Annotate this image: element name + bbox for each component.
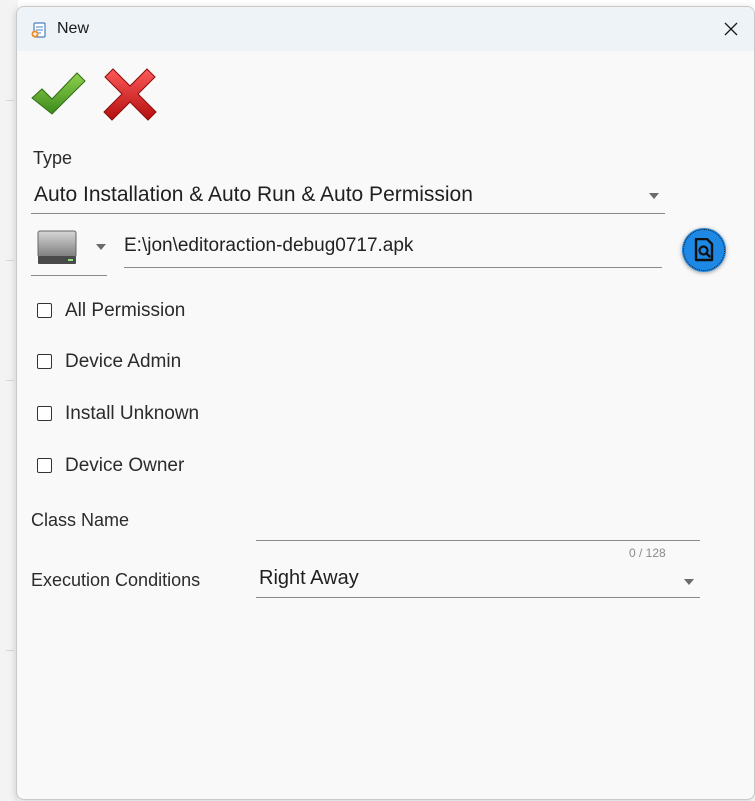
hard-drive-icon xyxy=(37,230,77,264)
window-title: New xyxy=(57,20,90,37)
checkbox-icon xyxy=(37,458,52,473)
execution-conditions-dropdown[interactable]: Right Away xyxy=(256,561,700,598)
checkbox-icon xyxy=(37,354,52,369)
chevron-down-icon xyxy=(684,579,694,585)
browse-file-button[interactable] xyxy=(682,228,726,272)
type-dropdown-value: Auto Installation & Auto Run & Auto Perm… xyxy=(34,183,473,206)
execution-conditions-value: Right Away xyxy=(259,567,359,589)
confirm-button[interactable] xyxy=(29,65,87,123)
character-counter: 0 / 128 xyxy=(629,546,666,560)
class-name-label: Class Name xyxy=(31,510,130,530)
new-dialog: New Type Auto Installation & Auto Run & … xyxy=(16,6,755,800)
background-fragment xyxy=(6,380,14,381)
chevron-down-icon xyxy=(96,244,106,250)
checkbox-icon xyxy=(37,303,52,318)
green-check-icon xyxy=(31,72,86,115)
new-document-icon xyxy=(31,22,46,38)
file-search-icon xyxy=(694,238,714,262)
execution-conditions-label: Execution Conditions xyxy=(31,570,201,590)
title-bar: New xyxy=(17,7,754,51)
class-name-input[interactable] xyxy=(256,507,700,541)
drive-dropdown[interactable] xyxy=(31,223,107,276)
red-x-icon xyxy=(103,68,157,121)
checkbox-label: Device Owner xyxy=(65,455,185,476)
type-label: Type xyxy=(33,148,73,168)
background-fragment xyxy=(6,260,14,261)
close-button[interactable] xyxy=(708,7,754,51)
apk-path-input[interactable]: E:\jon\editoraction-debug0717.apk xyxy=(124,231,662,268)
chevron-down-icon xyxy=(649,193,659,199)
checkbox-label: Device Admin xyxy=(65,351,182,372)
cancel-button[interactable] xyxy=(99,65,161,125)
close-icon xyxy=(724,22,738,36)
type-dropdown[interactable]: Auto Installation & Auto Run & Auto Perm… xyxy=(31,179,665,214)
checkbox-label: Install Unknown xyxy=(65,403,200,424)
apk-path-value: E:\jon\editoraction-debug0717.apk xyxy=(124,235,414,256)
background-fragment xyxy=(6,650,14,651)
checkbox-label: All Permission xyxy=(65,300,186,321)
checkbox-icon xyxy=(37,406,52,421)
background-fragment xyxy=(6,100,14,101)
